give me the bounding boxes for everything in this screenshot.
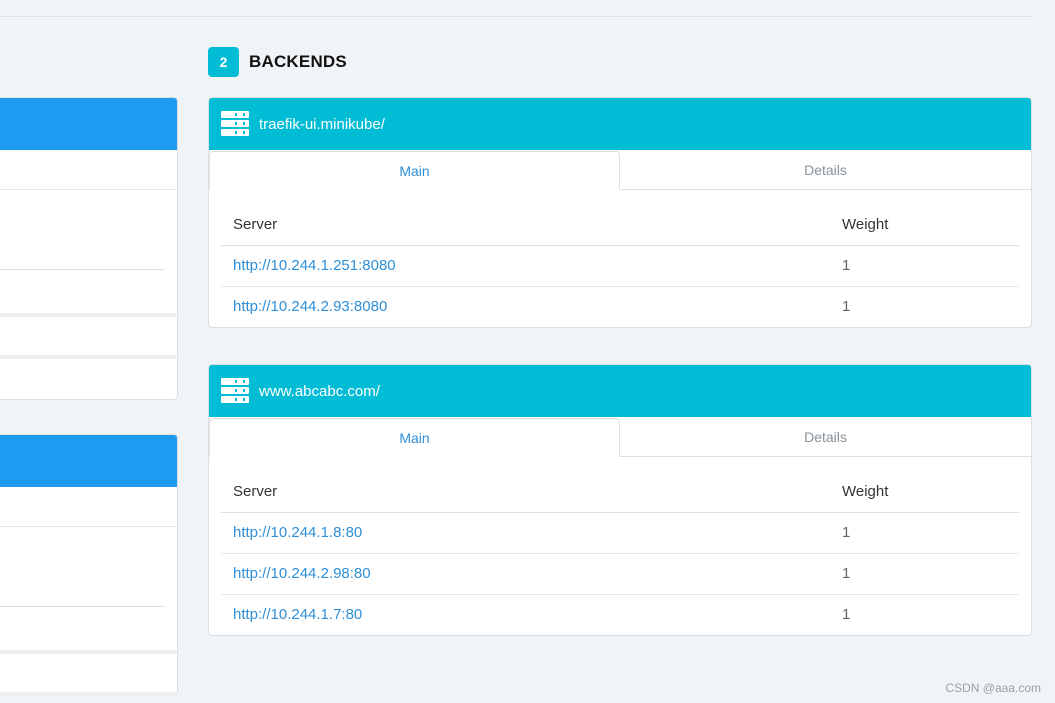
frontend-panel-row (0, 270, 177, 317)
servers-table: Server Weight http://10.244.1.251:8080 1… (221, 204, 1019, 327)
table-row: http://10.244.2.98:80 1 (221, 553, 1019, 595)
section-title: BACKENDS (249, 52, 347, 71)
server-weight: 1 (842, 606, 851, 624)
frontend-panel-body (0, 190, 165, 270)
backend-count-badge: 2 (208, 47, 239, 77)
backend-tabs: Main Details (209, 150, 1031, 190)
server-weight: 1 (842, 298, 851, 316)
backend-card: www.abcabc.com/ Main Details Server Weig… (208, 364, 1032, 636)
server-icon (221, 111, 249, 137)
backend-name: www.abcabc.com/ (259, 382, 380, 400)
frontend-panel (0, 97, 178, 400)
frontend-panel-header (0, 435, 177, 487)
tab-details[interactable]: Details (620, 150, 1031, 189)
server-link[interactable]: http://10.244.2.93:8080 (233, 298, 387, 315)
column-header-server: Server (221, 204, 831, 246)
server-weight: 1 (831, 245, 1019, 287)
table-row: http://10.244.1.8:80 1 (221, 512, 1019, 554)
tab-details[interactable]: Details (620, 417, 1031, 456)
backend-card-header: www.abcabc.com/ (209, 365, 1031, 417)
backends-section-header: 2 BACKENDS (208, 47, 347, 77)
backend-card-header: traefik-ui.minikube/ (209, 98, 1031, 150)
top-divider (0, 16, 1032, 17)
server-weight: 1 (831, 512, 1019, 554)
frontend-panel-header (0, 98, 177, 150)
frontend-panel-body (0, 527, 165, 607)
server-link[interactable]: http://10.244.1.8:80 (233, 524, 362, 541)
servers-table: Server Weight http://10.244.1.8:80 1 htt… (221, 471, 1019, 635)
server-icon (221, 378, 249, 404)
tab-main[interactable]: Main (209, 151, 620, 190)
watermark: CSDN @aaa.com (945, 681, 1041, 695)
table-row: http://10.244.1.7:80 1 (221, 594, 1019, 635)
column-header-weight: Weight (831, 204, 1019, 246)
server-link[interactable]: http://10.244.1.251:8080 (233, 257, 396, 274)
table-row: http://10.244.1.251:8080 1 (221, 245, 1019, 287)
server-weight: 1 (831, 553, 1019, 595)
column-header-weight: Weight (831, 471, 1019, 513)
frontend-panel-row (0, 359, 177, 399)
frontend-panel-tabs (0, 150, 177, 190)
column-header-server: Server (221, 471, 831, 513)
frontend-panel-row (0, 607, 177, 654)
backend-tabs: Main Details (209, 417, 1031, 457)
tab-main[interactable]: Main (209, 418, 620, 457)
table-row: http://10.244.2.93:8080 1 (221, 286, 1019, 327)
frontend-panel-row (0, 654, 177, 696)
backend-card: traefik-ui.minikube/ Main Details Server… (208, 97, 1032, 328)
server-link[interactable]: http://10.244.1.7:80 (233, 606, 362, 623)
frontend-panel (0, 434, 178, 696)
frontend-panel-row (0, 317, 177, 359)
server-link[interactable]: http://10.244.2.98:80 (233, 565, 371, 582)
backend-name: traefik-ui.minikube/ (259, 115, 385, 133)
frontend-panel-tabs (0, 487, 177, 527)
